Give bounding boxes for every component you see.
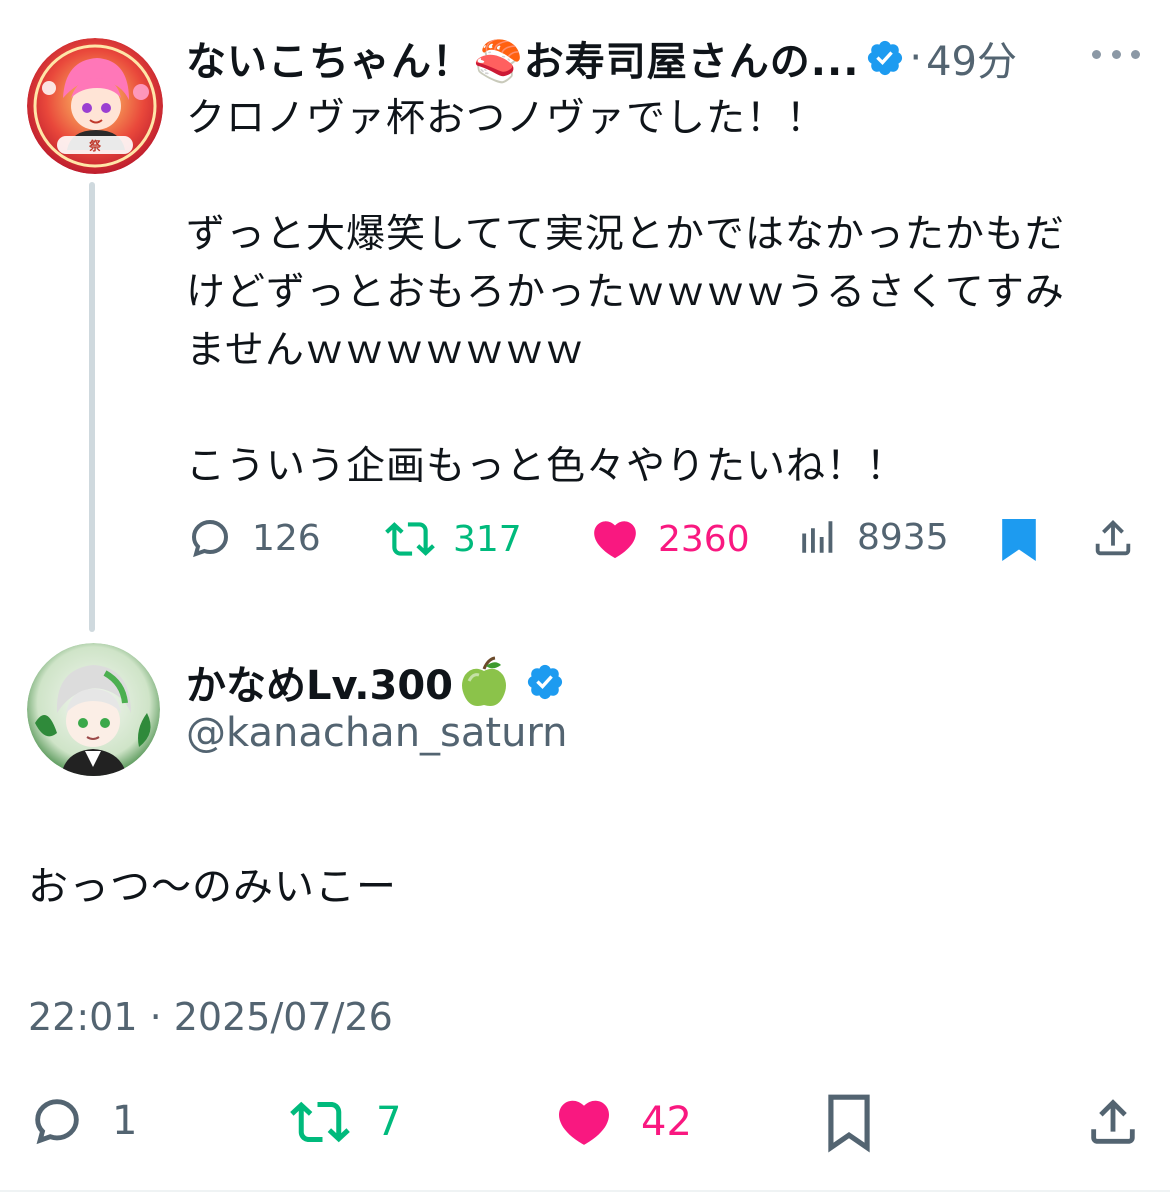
- retweet-icon: [290, 1101, 350, 1143]
- reply-handle[interactable]: @kanachan_saturn: [186, 710, 568, 756]
- share-button[interactable]: [1090, 514, 1136, 562]
- parent-tweet-text: クロノヴァ杯おつノヴァでした！！ ずっと大爆笑してて実況とかではなかったかもだ …: [186, 90, 1126, 496]
- like-icon: [558, 1100, 610, 1145]
- green-apple-icon: [455, 653, 513, 711]
- reply-display-name[interactable]: かなめLv.300: [186, 653, 453, 711]
- tweet-line: ませんｗｗｗｗｗｗｗ: [186, 328, 585, 373]
- tweet-line: ずっと大爆笑してて実況とかではなかったかもだ: [186, 212, 1065, 257]
- reply-tweet-header: かなめLv.300: [186, 652, 565, 712]
- verified-icon: [525, 662, 565, 702]
- bookmark-button[interactable]: [998, 514, 1040, 566]
- retweet-button[interactable]: 7: [288, 1092, 401, 1152]
- share-icon: [1095, 519, 1131, 556]
- like-icon: [594, 521, 636, 559]
- parent-time[interactable]: 49分: [926, 29, 1017, 87]
- bookmark-icon: [828, 1094, 870, 1153]
- views-button[interactable]: 8935: [797, 514, 949, 560]
- retweet-icon: [385, 522, 435, 556]
- view-count: 8935: [857, 516, 949, 558]
- bookmark-button[interactable]: [822, 1092, 876, 1154]
- views-icon: [802, 521, 833, 553]
- reply-button[interactable]: 126: [186, 514, 321, 562]
- reply-avatar[interactable]: [27, 643, 160, 776]
- reply-count: 1: [112, 1098, 138, 1144]
- parent-tweet-header: ないこちゃん！🍣お寿司屋さんの... · 49分: [186, 28, 1017, 88]
- time-separator: ·: [909, 35, 923, 81]
- svg-text:祭: 祭: [88, 138, 102, 153]
- retweet-count: 317: [453, 518, 522, 560]
- parent-display-name[interactable]: ないこちゃん！🍣お寿司屋さんの...: [186, 29, 859, 87]
- verified-icon: [865, 38, 905, 78]
- bookmark-icon: [1002, 519, 1036, 561]
- tweet-line: けどずっとおもろかったｗｗｗｗうるさくてすみ: [186, 270, 1065, 315]
- bottom-divider: [0, 1190, 1170, 1192]
- retweet-button[interactable]: 317: [385, 514, 522, 564]
- reply-icon: [35, 1099, 79, 1145]
- reply-tweet-text: おっつ〜のみいこー: [28, 864, 397, 910]
- reply-count: 126: [252, 517, 321, 559]
- parent-avatar[interactable]: 祭: [27, 38, 163, 174]
- like-count: 42: [641, 1099, 692, 1145]
- reply-icon: [191, 519, 229, 558]
- tweet-line: クロノヴァ杯おつノヴァでした！！: [186, 96, 827, 141]
- share-button[interactable]: [1084, 1092, 1142, 1152]
- reply-timestamp[interactable]: 22:01 · 2025/07/26: [28, 995, 393, 1039]
- more-icon[interactable]: [1092, 42, 1140, 66]
- like-button[interactable]: 2360: [590, 514, 750, 564]
- reply-button[interactable]: 1: [28, 1092, 137, 1150]
- thread-connector-line: [89, 182, 95, 632]
- like-button[interactable]: 42: [553, 1092, 692, 1152]
- retweet-count: 7: [376, 1099, 402, 1145]
- like-count: 2360: [658, 518, 750, 560]
- tweet-line: こういう企画もっと色々やりたいね！！: [186, 444, 907, 489]
- share-icon: [1091, 1099, 1135, 1144]
